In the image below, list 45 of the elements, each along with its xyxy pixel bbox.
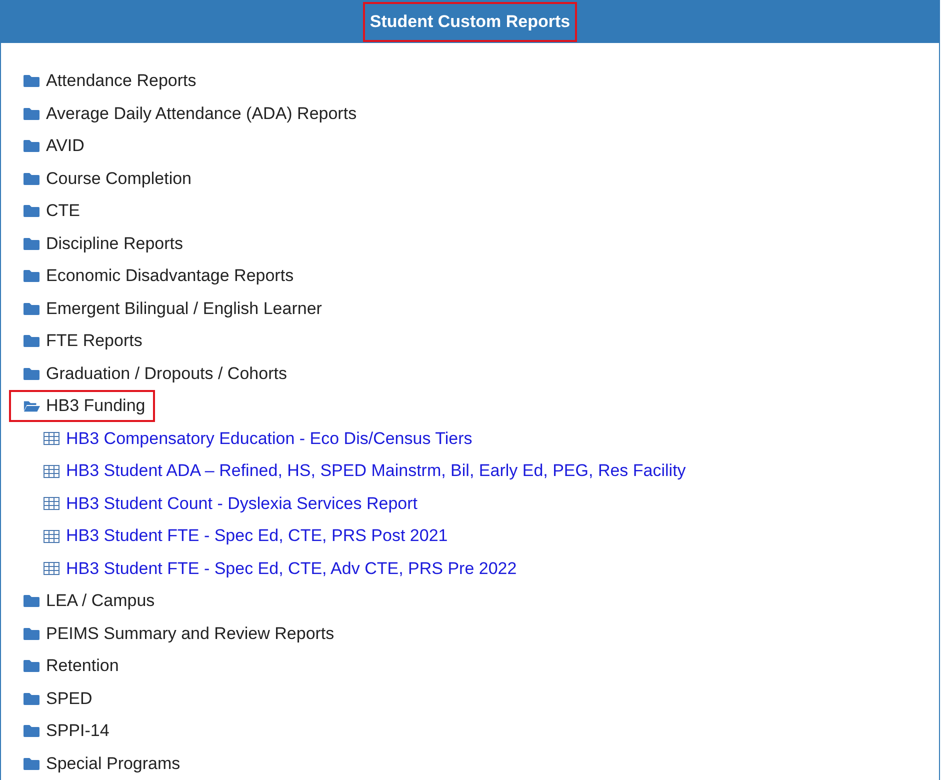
folder-item[interactable]: SPED <box>9 682 102 715</box>
table-icon <box>43 464 60 478</box>
table-icon <box>43 562 60 576</box>
folder-item[interactable]: LEA / Campus <box>9 585 165 618</box>
folder-item[interactable]: Course Completion <box>9 162 202 195</box>
report-link[interactable]: HB3 Compensatory Education - Eco Dis/Census Tiers <box>43 428 472 449</box>
panel-title: Student Custom Reports <box>362 2 578 42</box>
folder-item[interactable]: Special Programs <box>9 748 190 780</box>
folder-icon <box>23 236 40 251</box>
folder-icon <box>23 594 40 608</box>
folder-item[interactable]: Average Daily Attendance (ADA) Reports <box>9 98 367 130</box>
folder-icon <box>23 106 40 121</box>
folder-item[interactable]: Graduation / Dropouts / Cohorts <box>9 358 297 390</box>
folder-item[interactable]: Attendance Reports <box>9 65 206 98</box>
folder-icon <box>23 334 40 348</box>
folder-icon <box>23 756 40 771</box>
folder-icon <box>23 269 40 284</box>
folder-item[interactable]: Emergent Bilingual / English Learner <box>9 292 332 325</box>
folder-icon <box>23 302 40 316</box>
folder-icon <box>23 692 40 706</box>
table-icon <box>43 497 60 510</box>
folder-item[interactable]: CTE <box>9 195 90 228</box>
report-link[interactable]: HB3 Student ADA – Refined, HS, SPED Mainstrm, Bil, Early Ed, PEG, Res Facility <box>43 461 686 482</box>
folder-item[interactable]: PEIMS Summary and Review Reports <box>9 618 344 650</box>
folder-item[interactable]: HB3 Funding <box>9 390 156 422</box>
folder-item[interactable]: FTE Reports <box>9 325 152 358</box>
folder-item[interactable]: Economic Disadvantage Reports <box>9 260 304 292</box>
table-icon <box>43 530 60 543</box>
open-folder-icon <box>23 399 40 414</box>
folder-icon <box>23 366 40 381</box>
folder-icon <box>23 204 40 218</box>
folder-icon <box>23 172 40 186</box>
report-link[interactable]: HB3 Student Count - Dyslexia Services Report <box>43 494 418 514</box>
table-icon <box>43 432 60 446</box>
report-link[interactable]: HB3 Student FTE - Spec Ed, CTE, PRS Post 2021 <box>43 526 448 546</box>
folder-item[interactable]: AVID <box>9 130 94 162</box>
folder-item[interactable]: Discipline Reports <box>9 228 193 260</box>
folder-icon <box>23 626 40 641</box>
folder-item[interactable]: SPPI-14 <box>9 715 120 748</box>
folder-icon <box>23 74 40 88</box>
folder-icon <box>23 724 40 738</box>
folder-icon <box>23 139 40 154</box>
report-link[interactable]: HB3 Student FTE - Spec Ed, CTE, Adv CTE, PRS Pre 2022 <box>43 558 517 579</box>
folder-icon <box>23 659 40 674</box>
folder-item[interactable]: Retention <box>9 650 129 682</box>
